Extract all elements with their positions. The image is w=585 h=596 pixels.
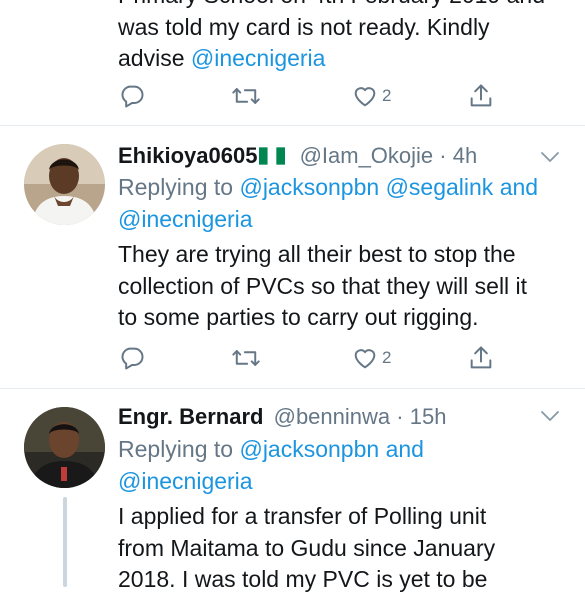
replying-to: Replying to @jacksonpbn and @inecnigeria — [118, 436, 424, 494]
like-button[interactable]: 2 — [351, 81, 391, 111]
mention-and: and — [385, 436, 424, 462]
mention-link[interactable]: @jacksonpbn — [239, 436, 379, 462]
reply-icon — [118, 82, 146, 110]
thread-line — [63, 497, 67, 587]
retweet-button[interactable] — [231, 81, 261, 111]
like-icon — [351, 82, 379, 110]
retweet-button[interactable] — [231, 343, 261, 373]
user-handle[interactable]: @Iam_Okojie — [300, 143, 434, 168]
tweet-1-text: Primary School on 4th February 2019 and … — [118, 0, 568, 75]
tweet-1-actions: 2 — [118, 81, 498, 111]
like-count: 2 — [382, 348, 392, 367]
mention-link[interactable]: @inecnigeria — [118, 468, 253, 494]
dot-separator: · — [396, 404, 404, 429]
tweet-2-text-line-3: to some parties to carry out rigging. — [118, 304, 479, 330]
tweet-1-text-line-2: was told my card is not ready. Kindly — [118, 13, 490, 40]
avatar[interactable] — [24, 407, 105, 488]
tweet-3-text-line-2: from Maitama to Gudu since January — [118, 534, 496, 561]
chevron-down-icon[interactable] — [539, 409, 561, 428]
share-button[interactable] — [467, 343, 495, 373]
like-count: 2 — [382, 86, 392, 105]
tweet-3-text: I applied for a transfer of Polling unit… — [118, 501, 568, 596]
retweet-icon — [231, 82, 261, 110]
tweet-3-text-line-3: 2018. I was told my PVC is yet to be — [118, 566, 488, 592]
tweet-2-text-line-2: collection of PVCs so that they will sel… — [118, 272, 528, 299]
like-button[interactable]: 2 — [351, 343, 391, 373]
tweet-2[interactable]: Ehikioya0605 @Iam_Okojie · 4h Replying t… — [0, 126, 585, 388]
tweet-2-text: They are trying all their best to stop t… — [118, 239, 568, 334]
user-handle[interactable]: @benninwa — [274, 404, 391, 429]
reply-button[interactable] — [118, 343, 146, 373]
display-name[interactable]: Ehikioya0605 — [118, 143, 257, 168]
mention-link[interactable]: @jacksonpbn — [239, 174, 379, 200]
dot-separator: · — [439, 143, 447, 168]
mention-link[interactable]: @inecnigeria — [118, 206, 253, 232]
mention-and: and — [499, 174, 539, 200]
tweet-1-text-line-1: Primary School on 4th February 2019 and — [118, 0, 568, 12]
tweet-1-text-line-3: advise @inecnigeria — [118, 45, 326, 71]
display-name[interactable]: Engr. Bernard — [118, 404, 263, 429]
mention-link[interactable]: @inecnigeria — [191, 45, 326, 71]
reply-icon — [118, 344, 146, 372]
timestamp[interactable]: 4h — [453, 143, 477, 168]
tweet-3[interactable]: Engr. Bernard @benninwa · 15h Replying t… — [0, 389, 585, 592]
chevron-down-icon[interactable] — [539, 150, 561, 169]
retweet-icon — [231, 344, 261, 372]
nigeria-flag-icon — [259, 142, 286, 174]
tweet-1[interactable]: Primary School on 4th February 2019 and … — [0, 0, 585, 125]
share-icon — [467, 344, 495, 372]
tweet-3-header: Engr. Bernard @benninwa · 15h — [118, 401, 446, 433]
tweet-3-text-line-1: I applied for a transfer of Polling unit — [118, 503, 487, 529]
timestamp[interactable]: 15h — [410, 404, 447, 429]
share-icon — [467, 82, 495, 110]
tweet-2-actions: 2 — [118, 343, 498, 373]
tweet-2-header: Ehikioya0605 @Iam_Okojie · 4h — [118, 140, 477, 172]
share-button[interactable] — [467, 81, 495, 111]
mention-link[interactable]: @segalink — [386, 174, 494, 200]
like-icon — [351, 344, 379, 372]
replying-to: Replying to @jacksonpbn @segalink and @i… — [118, 174, 539, 232]
avatar[interactable] — [24, 144, 105, 225]
reply-button[interactable] — [118, 81, 146, 111]
tweet-2-text-line-1: They are trying all their best to stop t… — [118, 241, 516, 267]
